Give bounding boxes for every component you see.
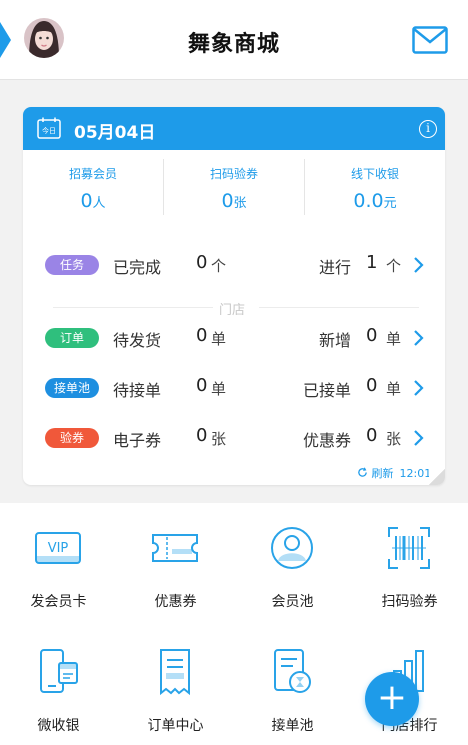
tile-label: 会员池 <box>271 594 314 610</box>
stat-scan-coupons[interactable]: 扫码验券 0张 <box>164 159 304 212</box>
row-count-right: 0 <box>366 325 378 346</box>
mobile-cashier-icon <box>33 647 83 697</box>
divider-line <box>259 307 419 308</box>
date-label: 05月04日 <box>74 123 156 143</box>
tile-label: 微收银 <box>37 718 80 734</box>
page-curl <box>429 469 445 485</box>
refresh-button[interactable]: 刷新 12:01 <box>357 465 431 481</box>
vip-card-icon: VIP <box>33 523 83 573</box>
row-count-left: 0 <box>196 252 208 273</box>
member-icon <box>267 523 317 573</box>
row-count-left: 0 <box>196 425 208 446</box>
section-divider-store: 门店 <box>23 297 445 318</box>
stat-offline-cashier[interactable]: 线下收银 0.0元 <box>305 159 445 212</box>
row-label-left: 电子券 <box>113 431 162 450</box>
coupon-badge: 验券 <box>45 428 99 448</box>
section-label: 门店 <box>219 303 246 318</box>
order-badge: 订单 <box>45 328 99 348</box>
stat-number: 0 <box>80 190 93 212</box>
stat-label: 招募会员 <box>68 167 117 181</box>
tile-scan-verify[interactable]: 扫码验券 <box>351 503 468 613</box>
calendar-icon: 今日 <box>37 117 61 139</box>
tile-label: 优惠券 <box>154 594 197 610</box>
mail-icon[interactable] <box>412 26 448 54</box>
stat-label: 线下收银 <box>350 167 399 181</box>
stat-recruit-members[interactable]: 招募会员 0人 <box>23 159 163 212</box>
row-label-right: 新增 <box>318 331 351 350</box>
row-unit-left: 个 <box>211 257 227 275</box>
row-label-left: 待接单 <box>113 381 162 400</box>
tile-coupon[interactable]: 优惠券 <box>117 503 234 613</box>
stat-value: 0张 <box>164 190 304 212</box>
tile-member-pool[interactable]: 会员池 <box>234 503 351 613</box>
chevron-right-icon[interactable] <box>412 378 426 398</box>
stat-value: 0.0元 <box>305 190 445 212</box>
app-header: 舞象商城 <box>0 0 468 80</box>
row-count-left: 0 <box>196 375 208 396</box>
stat-unit: 人 <box>92 196 106 211</box>
row-unit-right: 单 <box>386 380 402 398</box>
stat-number: 0 <box>221 190 234 212</box>
tile-order-pool[interactable]: 接单池 <box>234 627 351 737</box>
coupon-verify-row[interactable]: 验券 电子券 0 张 优惠券 0 张 <box>23 423 445 453</box>
stat-number: 0.0 <box>353 190 384 212</box>
order-row[interactable]: 订单 待发货 0 单 新增 0 单 <box>23 323 445 353</box>
task-badge: 任务 <box>45 255 99 275</box>
card-header: 今日 05月04日 i <box>23 107 445 150</box>
row-count-right: 1 <box>366 252 378 273</box>
order-pool-row[interactable]: 接单池 待接单 0 单 已接单 0 单 <box>23 373 445 403</box>
chevron-right-icon[interactable] <box>412 328 426 348</box>
tile-label: 接单池 <box>271 718 314 734</box>
row-unit-left: 单 <box>211 380 227 398</box>
stat-unit: 张 <box>233 196 247 211</box>
tile-label: 扫码验券 <box>381 594 438 610</box>
order-pool-badge: 接单池 <box>45 378 99 398</box>
tile-mobile-cashier[interactable]: 微收银 <box>0 627 117 737</box>
row-count-right: 0 <box>366 425 378 446</box>
row-label-left: 待发货 <box>113 331 162 350</box>
stat-label: 扫码验券 <box>209 167 258 181</box>
tile-order-center[interactable]: 订单中心 <box>117 627 234 737</box>
add-floating-button[interactable]: + <box>365 672 419 726</box>
coupon-icon <box>150 523 200 573</box>
chevron-right-icon[interactable] <box>412 255 426 275</box>
page-title: 舞象商城 <box>187 32 280 57</box>
stat-value: 0人 <box>23 190 163 212</box>
stats-row: 招募会员 0人 扫码验券 0张 线下收银 0.0元 <box>23 159 445 219</box>
info-icon[interactable]: i <box>419 120 437 138</box>
calendar-label: 今日 <box>42 126 56 135</box>
refresh-icon <box>358 467 367 477</box>
plus-icon: + <box>376 677 408 718</box>
row-label-right: 优惠券 <box>302 431 351 450</box>
divider <box>163 159 164 215</box>
row-unit-right: 张 <box>386 430 402 448</box>
row-unit-right: 个 <box>386 257 402 275</box>
stat-unit: 元 <box>383 196 397 211</box>
barcode-scan-icon <box>384 523 434 573</box>
tile-vip-card[interactable]: VIP 发会员卡 <box>0 503 117 613</box>
chevron-right-icon[interactable] <box>412 428 426 448</box>
tile-label: 发会员卡 <box>30 594 87 610</box>
refresh-time: 12:01 <box>399 467 432 480</box>
row-label-right: 已接单 <box>302 381 351 400</box>
divider <box>304 159 305 215</box>
refresh-label: 刷新 <box>371 467 394 480</box>
row-label-right: 进行 <box>318 258 351 277</box>
row-unit-left: 单 <box>211 330 227 348</box>
task-row[interactable]: 任务 已完成 0 个 进行 1 个 <box>23 250 445 280</box>
tile-label: 订单中心 <box>147 718 204 734</box>
row-count-right: 0 <box>366 375 378 396</box>
row-unit-left: 张 <box>211 430 227 448</box>
dashboard-card: 今日 05月04日 i 招募会员 0人 扫码验券 0张 线下收银 0.0元 任务… <box>23 107 445 485</box>
row-unit-right: 单 <box>386 330 402 348</box>
receipt-icon <box>150 647 200 697</box>
order-pool-icon <box>267 647 317 697</box>
row-label-left: 已完成 <box>113 258 162 277</box>
divider-line <box>53 307 213 308</box>
svg-text:VIP: VIP <box>48 541 69 556</box>
row-count-left: 0 <box>196 325 208 346</box>
